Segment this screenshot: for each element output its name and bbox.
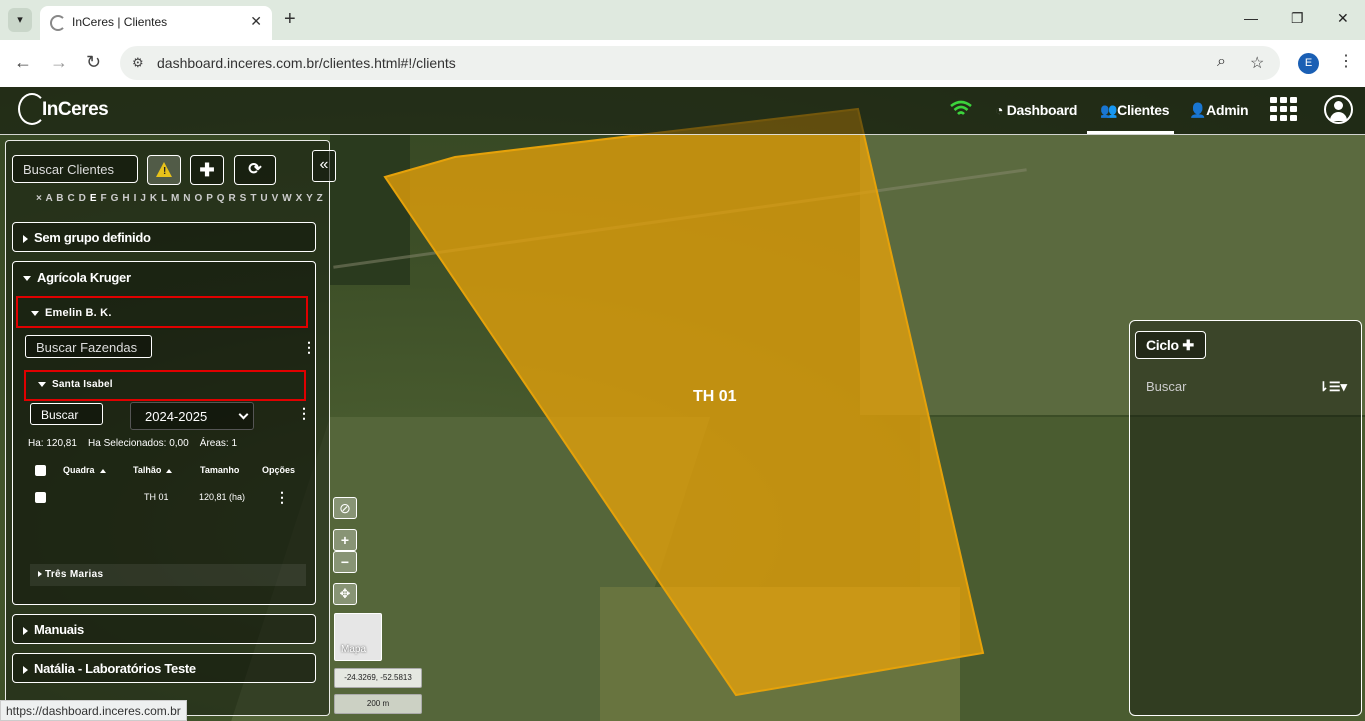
collapse-panel-icon[interactable]: « <box>312 150 336 182</box>
users-icon: 👥 <box>1100 102 1118 118</box>
group-sem-grupo[interactable]: Sem grupo definido <box>12 222 316 252</box>
farm-header[interactable]: Santa Isabel <box>38 379 113 390</box>
row-talhao[interactable]: TH 01 <box>144 492 169 502</box>
url-text[interactable]: dashboard.inceres.com.br/clientes.html#!… <box>157 55 456 71</box>
browser-tabbar: ▾ InCeres | Clientes ✕ + — ❐ ✕ <box>0 0 1365 40</box>
zoom-in-button[interactable]: + <box>333 529 357 551</box>
nav-dashboard[interactable]: ◔ Dashboard <box>995 102 1077 118</box>
row-options-icon[interactable] <box>275 489 289 506</box>
tab-list-button[interactable]: ▾ <box>8 8 32 32</box>
caret-down-icon <box>38 381 46 387</box>
close-icon[interactable]: ✕ <box>250 13 262 30</box>
pan-icon[interactable]: ✥ <box>333 583 357 605</box>
sort-icon <box>99 468 106 473</box>
plus-icon: ✚ <box>1182 337 1194 353</box>
client-header[interactable]: Emelin B. K. <box>31 307 112 319</box>
search-fields-input[interactable]: Buscar <box>30 403 103 425</box>
wifi-icon <box>950 100 972 115</box>
apps-grid-icon[interactable] <box>1270 97 1297 121</box>
status-bar-url: https://dashboard.inceres.com.br <box>0 700 187 721</box>
cycle-search-input[interactable]: Buscar <box>1146 379 1186 394</box>
browser-menu-icon[interactable]: ⋮ <box>1338 51 1354 71</box>
col-talhao[interactable]: Talhão <box>133 465 173 475</box>
user-plus-icon: 👤 <box>1189 102 1207 118</box>
inceres-favicon-icon <box>50 15 66 31</box>
add-cycle-button[interactable]: Ciclo ✚ <box>1135 331 1206 359</box>
minimize-button[interactable]: — <box>1244 10 1258 26</box>
back-icon[interactable]: ← <box>14 52 32 73</box>
zoom-icon[interactable]: ⌕ <box>1217 53 1226 71</box>
reload-icon[interactable]: ↻ <box>86 52 101 73</box>
caret-right-icon <box>23 665 28 674</box>
farm-tres-marias[interactable]: Três Marias <box>30 564 306 586</box>
tab-title: InCeres | Clientes <box>72 15 168 29</box>
refresh-icon: ⟳ <box>248 161 262 178</box>
alphabet-filter[interactable]: × A B C D E F G H I J K L M N O P Q R S … <box>36 193 323 204</box>
site-settings-icon[interactable]: ⚙ <box>132 55 144 71</box>
farm-options-icon[interactable] <box>297 405 311 422</box>
col-tamanho: Tamanho <box>200 465 240 475</box>
caret-down-icon <box>31 310 39 316</box>
caret-down-icon <box>23 276 31 282</box>
restore-button[interactable]: ❐ <box>1291 10 1304 27</box>
season-select[interactable]: 2024-2025 <box>130 402 254 430</box>
row-checkbox[interactable] <box>35 492 46 503</box>
farm-stats: Ha: 120,81 Ha Selecionados: 0,00 Áreas: … <box>28 438 238 449</box>
client-options-icon[interactable] <box>302 339 316 356</box>
browser-tab[interactable]: InCeres | Clientes ✕ <box>40 6 272 40</box>
window-close-button[interactable]: ✕ <box>1337 10 1349 27</box>
compass-icon[interactable]: ⊘ <box>333 497 357 519</box>
search-farms-input[interactable]: Buscar Fazendas <box>25 335 152 358</box>
sort-icon <box>166 468 173 473</box>
zoom-out-button[interactable]: − <box>333 551 357 573</box>
top-navbar: InCeres ◔ Dashboard 👥Clientes 👤Admin <box>0 87 1365 135</box>
group-natalia[interactable]: Natália - Laboratórios Teste <box>12 653 316 683</box>
col-quadra[interactable]: Quadra <box>63 465 106 475</box>
polygon-label: TH 01 <box>693 388 737 405</box>
caret-right-icon <box>38 571 42 578</box>
nav-active-indicator <box>1087 131 1174 134</box>
address-bar[interactable]: ⚙ dashboard.inceres.com.br/clientes.html… <box>120 46 1280 80</box>
map-thumb-label: Mapa <box>341 644 367 655</box>
refresh-button[interactable]: ⟳ <box>234 155 276 185</box>
chevron-down-icon <box>238 409 249 420</box>
caret-right-icon <box>23 234 28 243</box>
warning-button[interactable]: ! <box>147 155 181 185</box>
new-tab-button[interactable]: + <box>284 8 296 30</box>
forward-icon[interactable]: → <box>50 52 68 73</box>
scale-bar: 200 m <box>334 694 422 714</box>
map-view[interactable]: TH 01 InCeres ◔ Dashboard 👥Clientes 👤Adm… <box>0 87 1365 721</box>
base-map-switcher[interactable]: Mapa <box>334 613 382 661</box>
nav-admin[interactable]: 👤Admin <box>1189 102 1249 119</box>
group-manuais[interactable]: Manuais <box>12 614 316 644</box>
sort-icon[interactable]: ⇂☰▾ <box>1318 379 1347 395</box>
group-header[interactable]: Agrícola Kruger <box>23 270 131 285</box>
nav-clientes[interactable]: 👥Clientes <box>1100 102 1170 119</box>
caret-right-icon <box>23 626 28 635</box>
bookmark-star-icon[interactable]: ☆ <box>1250 53 1264 73</box>
plus-icon: ✚ <box>199 160 215 180</box>
browser-toolbar: ← → ↻ ⚙ dashboard.inceres.com.br/cliente… <box>0 40 1365 87</box>
select-all-checkbox[interactable] <box>35 465 46 476</box>
profile-avatar[interactable]: E <box>1298 53 1319 74</box>
add-client-button[interactable]: ✚ <box>190 155 224 185</box>
coordinates-readout: -24.3269, -52.5813 <box>334 668 422 688</box>
col-opcoes: Opções <box>262 465 296 475</box>
row-tamanho: 120,81 (ha) <box>199 492 246 502</box>
search-clients-input[interactable]: Buscar Clientes <box>12 155 138 183</box>
user-account-icon[interactable] <box>1324 95 1353 124</box>
logo-text[interactable]: InCeres <box>42 99 109 121</box>
dashboard-icon: ◔ <box>995 102 1004 118</box>
